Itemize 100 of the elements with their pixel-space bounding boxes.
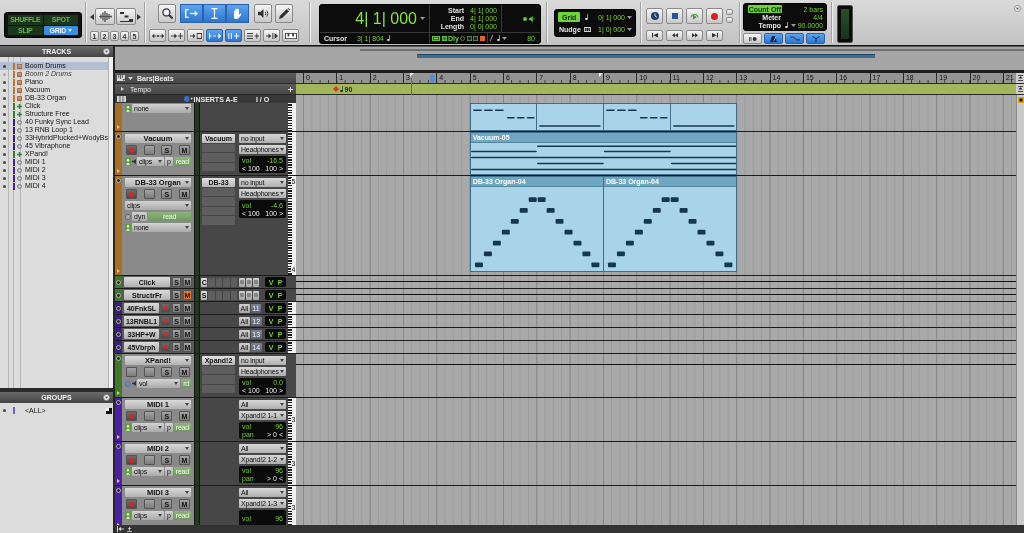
return-to-start-button[interactable] bbox=[646, 30, 663, 41]
io-button[interactable] bbox=[239, 290, 245, 300]
edit-option-button[interactable] bbox=[225, 29, 242, 42]
midi-note[interactable] bbox=[470, 150, 537, 153]
visibility-dot-icon[interactable] bbox=[3, 104, 6, 108]
vertical-scrollbar[interactable] bbox=[1016, 95, 1024, 525]
io-button[interactable] bbox=[253, 277, 259, 287]
empty-button[interactable] bbox=[143, 367, 155, 377]
person-icon[interactable] bbox=[125, 468, 131, 475]
midi-merge-button[interactable] bbox=[806, 33, 825, 44]
io-button[interactable] bbox=[253, 290, 259, 300]
edit-option-button[interactable] bbox=[187, 29, 204, 42]
play-button[interactable] bbox=[686, 8, 703, 24]
edit-option-button[interactable] bbox=[168, 29, 185, 42]
edit-option-button[interactable] bbox=[149, 29, 166, 42]
person-icon[interactable] bbox=[125, 512, 131, 519]
visibility-dot-icon[interactable] bbox=[3, 120, 6, 124]
visibility-dot-icon[interactable] bbox=[3, 96, 6, 100]
dropdown-circle-icon[interactable] bbox=[103, 48, 110, 55]
midi-note[interactable] bbox=[536, 162, 604, 165]
circle-icon[interactable] bbox=[116, 134, 121, 139]
person-icon[interactable] bbox=[125, 158, 131, 165]
visibility-dot-icon[interactable] bbox=[3, 72, 6, 76]
edit-option-button[interactable] bbox=[206, 29, 223, 42]
person-icon[interactable] bbox=[125, 424, 131, 431]
visibility-dot-icon[interactable] bbox=[3, 176, 6, 180]
circle-icon[interactable] bbox=[116, 488, 121, 493]
visibility-dot-icon[interactable] bbox=[3, 88, 6, 92]
scrub-tool-button[interactable] bbox=[254, 4, 272, 23]
midi-note[interactable] bbox=[470, 168, 737, 171]
midi-note[interactable] bbox=[470, 156, 737, 159]
midi-note[interactable] bbox=[603, 150, 671, 153]
empty-button[interactable] bbox=[143, 189, 155, 199]
edit-option-button[interactable] bbox=[263, 29, 280, 42]
visibility-dot-icon[interactable] bbox=[3, 168, 6, 172]
right-triangle-icon[interactable] bbox=[137, 13, 141, 20]
visibility-dot-icon[interactable] bbox=[3, 152, 6, 156]
wait-for-note-button[interactable] bbox=[743, 33, 762, 44]
empty-button[interactable] bbox=[143, 411, 155, 421]
empty-button[interactable] bbox=[143, 499, 155, 509]
visibility-dot-icon[interactable] bbox=[3, 184, 6, 188]
circle-icon[interactable] bbox=[116, 400, 121, 405]
midi-note[interactable] bbox=[670, 162, 737, 165]
circle-icon[interactable] bbox=[116, 292, 121, 298]
triangle-icon[interactable] bbox=[117, 391, 120, 395]
circle-icon[interactable] bbox=[116, 305, 121, 311]
scrollbar[interactable] bbox=[107, 57, 113, 388]
visibility-dot-icon[interactable] bbox=[3, 112, 6, 116]
pencil-tool-button[interactable] bbox=[275, 4, 293, 23]
plus-icon[interactable] bbox=[288, 86, 293, 92]
count-off-button[interactable] bbox=[785, 33, 804, 44]
visibility-dot-icon[interactable] bbox=[3, 80, 6, 84]
visibility-dot-icon[interactable] bbox=[3, 128, 6, 132]
edit-option-button[interactable] bbox=[244, 29, 261, 42]
empty-button[interactable] bbox=[143, 455, 155, 465]
audio-zoom-button[interactable] bbox=[95, 8, 115, 25]
circle-icon[interactable] bbox=[116, 444, 121, 449]
rewind-button[interactable] bbox=[666, 30, 683, 41]
circle-icon[interactable] bbox=[116, 331, 121, 337]
midi-clip[interactable] bbox=[603, 103, 671, 131]
main-counter[interactable]: 4| 1| 000 bbox=[355, 10, 417, 27]
grabber-tool-button[interactable] bbox=[226, 4, 249, 23]
io-button[interactable] bbox=[246, 290, 252, 300]
online-button[interactable] bbox=[646, 8, 663, 24]
bar-arrow-icon[interactable] bbox=[117, 526, 124, 532]
go-to-end-button[interactable] bbox=[706, 30, 723, 41]
fast-forward-button[interactable] bbox=[686, 30, 703, 41]
person-icon[interactable] bbox=[125, 105, 131, 112]
circle-caret-icon[interactable] bbox=[184, 96, 193, 102]
visibility-dot-icon[interactable] bbox=[3, 160, 6, 164]
circle-icon[interactable] bbox=[116, 356, 121, 361]
midi-clip[interactable] bbox=[669, 103, 738, 131]
record-button[interactable] bbox=[706, 8, 723, 24]
trim-tool-button[interactable] bbox=[180, 4, 203, 23]
metronome-button[interactable] bbox=[764, 33, 783, 44]
empty-button[interactable] bbox=[126, 367, 137, 377]
triangle-icon[interactable] bbox=[117, 435, 120, 439]
zoom-tool-button[interactable] bbox=[158, 4, 176, 23]
midi-clip[interactable] bbox=[469, 103, 538, 131]
circle-icon[interactable] bbox=[116, 344, 121, 350]
stop-button[interactable] bbox=[666, 8, 683, 24]
dropdown-circle-icon[interactable] bbox=[103, 394, 110, 401]
selector-tool-button[interactable] bbox=[203, 4, 226, 23]
left-triangle-icon[interactable] bbox=[90, 13, 94, 20]
triangle-icon[interactable] bbox=[117, 479, 120, 483]
empty-button[interactable] bbox=[143, 145, 155, 155]
arrow-up-icon[interactable] bbox=[127, 526, 132, 532]
midi-zoom-button[interactable] bbox=[116, 8, 136, 25]
circle-icon[interactable] bbox=[116, 178, 121, 183]
io-button[interactable] bbox=[246, 277, 252, 287]
circle-icon[interactable] bbox=[116, 318, 121, 324]
midi-clip[interactable] bbox=[536, 103, 604, 131]
visibility-dot-icon[interactable] bbox=[3, 144, 6, 148]
circle-icon[interactable] bbox=[116, 279, 121, 285]
visibility-dot-icon[interactable] bbox=[3, 64, 6, 68]
person-icon[interactable] bbox=[125, 224, 131, 231]
session-overview[interactable] bbox=[115, 46, 1024, 70]
edit-option-button[interactable] bbox=[282, 29, 299, 42]
io-button[interactable] bbox=[239, 277, 245, 287]
visibility-dot-icon[interactable] bbox=[3, 136, 6, 140]
